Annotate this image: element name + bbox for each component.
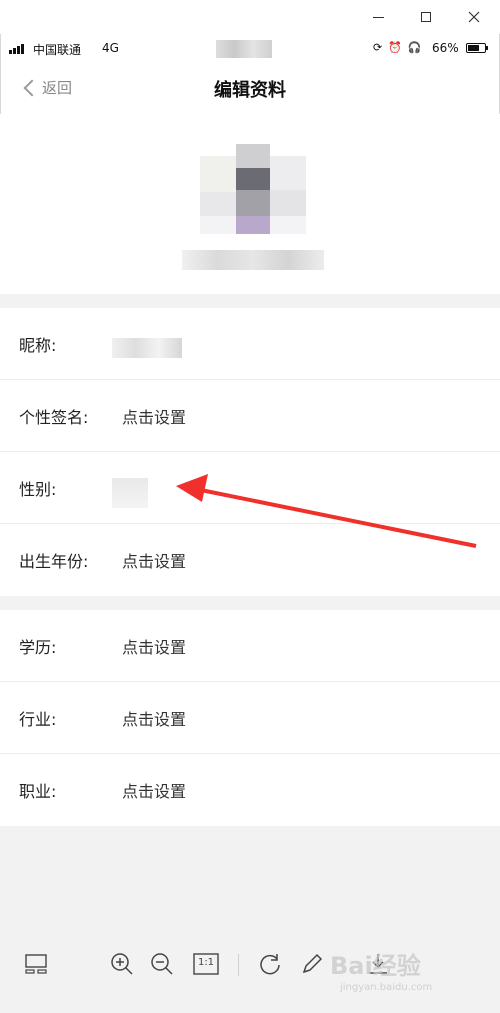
zoom-out-icon[interactable] [148, 950, 176, 978]
row-birth-year[interactable]: 出生年份: 点击设置 [0, 524, 500, 596]
status-bar: 中国联通 4G ⟳ ⏰ 🎧 66% [0, 36, 500, 62]
row-label: 行业: [19, 710, 57, 729]
avatar-section [0, 114, 500, 294]
profile-group: 昵称: 个性签名: 点击设置 性别: 出生年份: 点击设置 [0, 308, 500, 598]
row-label: 职业: [19, 782, 57, 801]
row-value: 点击设置 [122, 552, 187, 571]
row-label: 学历: [19, 638, 57, 657]
carrier-name: 中国联通 [33, 43, 82, 57]
thumbnail-icon[interactable] [22, 950, 50, 978]
close-icon[interactable] [462, 6, 486, 28]
page-title: 编辑资料 [214, 80, 286, 101]
row-label: 个性签名: [19, 408, 89, 427]
signal-icon [9, 44, 24, 54]
row-label: 昵称: [19, 336, 57, 355]
row-gender[interactable]: 性别: [0, 452, 500, 524]
row-value: 点击设置 [122, 710, 187, 729]
career-group: 学历: 点击设置 行业: 点击设置 职业: 点击设置 [0, 610, 500, 826]
section-gap [0, 294, 500, 308]
row-value: 点击设置 [122, 408, 187, 427]
row-signature[interactable]: 个性签名: 点击设置 [0, 380, 500, 452]
row-industry[interactable]: 行业: 点击设置 [0, 682, 500, 754]
time-redacted [216, 40, 272, 58]
avatar[interactable] [200, 144, 306, 240]
zoom-in-icon[interactable] [108, 950, 136, 978]
watermark-logo: Bai经验 [330, 952, 421, 980]
edit-icon[interactable] [298, 950, 326, 978]
actual-size-icon[interactable]: 1:1 [192, 950, 220, 978]
gender-redacted [112, 478, 148, 508]
watermark-url: jingyan.baidu.com [340, 982, 433, 993]
nickname-redacted [112, 338, 182, 358]
row-nickname[interactable]: 昵称: [0, 308, 500, 380]
row-label: 性别: [19, 480, 57, 499]
row-label: 出生年份: [19, 552, 89, 571]
rotation-lock-icon: ⟳ [373, 41, 383, 54]
section-gap [0, 596, 500, 610]
window-title-bar [0, 0, 500, 34]
row-value: 点击设置 [122, 638, 187, 657]
alarm-icon: ⏰ [388, 41, 402, 54]
headphones-icon: 🎧 [407, 41, 422, 54]
maximize-icon[interactable] [414, 6, 438, 28]
row-occupation[interactable]: 职业: 点击设置 [0, 754, 500, 826]
row-education[interactable]: 学历: 点击设置 [0, 610, 500, 682]
row-value: 点击设置 [122, 782, 187, 801]
actual-size-label: 1:1 [197, 957, 215, 968]
battery-icon [466, 43, 488, 53]
nav-bar: 返回 编辑资料 [0, 64, 500, 114]
battery-percent: 66% [432, 41, 459, 55]
network-type: 4G [102, 41, 119, 55]
username-redacted [182, 250, 324, 270]
minimize-icon[interactable] [366, 6, 390, 28]
rotate-icon[interactable] [256, 950, 284, 978]
